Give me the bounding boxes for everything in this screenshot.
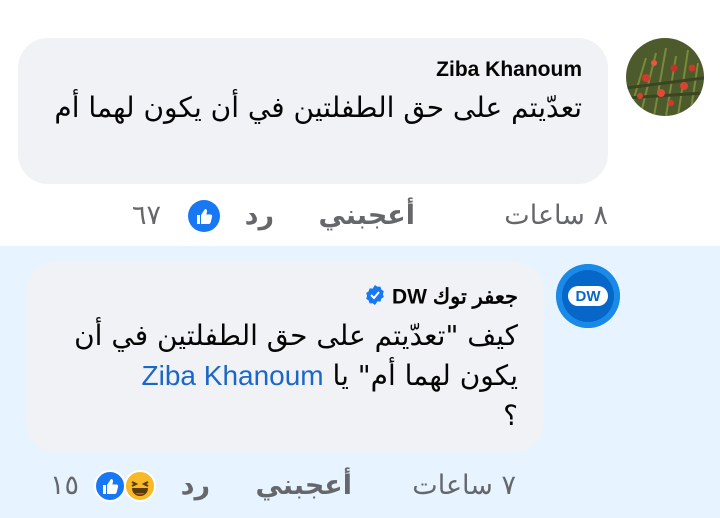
reaction-count[interactable]: ١٥ [50, 466, 79, 506]
avatar[interactable] [626, 38, 704, 116]
comment-author[interactable]: جعفر توك DW [364, 284, 518, 312]
comment-2: DW جعفر توك DW كيف "تعدّيتم على حق الطفل… [0, 246, 720, 518]
comment-time[interactable]: ٧ ساعات [412, 466, 516, 506]
comment-text-part: ؟ [503, 399, 518, 432]
comment-text: تعدّيتم على حق الطفلتين في أن يكون لهما … [54, 91, 582, 124]
comment-1: Ziba Khanoum تعدّيتم على حق الطفلتين في … [0, 0, 720, 246]
flowers-photo-icon [626, 38, 704, 116]
comment-bubble: Ziba Khanoum تعدّيتم على حق الطفلتين في … [18, 38, 608, 184]
comment-actions: ٨ ساعات أعجبني رد ٦٧ [0, 196, 720, 236]
reply-button[interactable]: رد [245, 196, 274, 236]
reaction-count[interactable]: ٦٧ [132, 196, 161, 236]
mention-link[interactable]: Ziba Khanoum [142, 360, 324, 391]
like-reaction-icon[interactable] [188, 200, 220, 232]
avatar[interactable]: DW [556, 264, 620, 328]
verified-badge-icon [364, 284, 386, 312]
comment-bubble: جعفر توك DW كيف "تعدّيتم على حق الطفلتين… [26, 262, 544, 452]
comment-actions: ٧ ساعات أعجبني رد ١٥ [0, 466, 720, 506]
like-reaction-icon[interactable] [94, 470, 126, 502]
like-button[interactable]: أعجبني [318, 196, 415, 236]
svg-text:DW: DW [576, 288, 602, 305]
author-name: جعفر توك DW [392, 285, 518, 309]
comment-text: كيف "تعدّيتم على حق الطفلتين في أن يكون … [38, 316, 518, 436]
haha-reaction-icon[interactable] [124, 470, 156, 502]
comment-time[interactable]: ٨ ساعات [504, 196, 608, 236]
comment-author[interactable]: Ziba Khanoum [436, 58, 582, 82]
like-button[interactable]: أعجبني [255, 466, 352, 506]
dw-logo-icon: DW [556, 264, 620, 328]
reply-button[interactable]: رد [181, 466, 210, 506]
